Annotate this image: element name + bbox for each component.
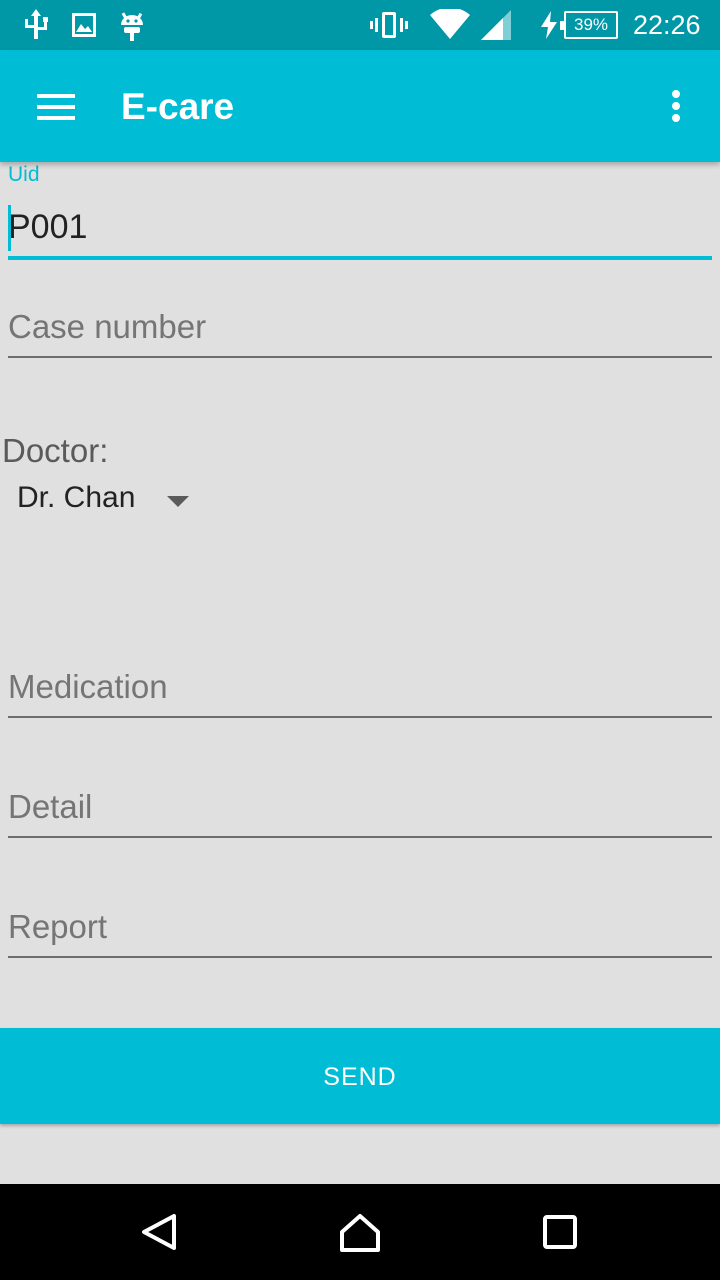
app-bar: E-care xyxy=(0,50,720,162)
uid-label: Uid xyxy=(8,163,40,186)
report-field[interactable]: Report xyxy=(8,900,712,960)
send-button[interactable]: SEND xyxy=(0,1028,720,1124)
doctor-selected: Dr. Chan xyxy=(17,481,136,514)
doctor-label: Doctor: xyxy=(2,432,109,469)
case-number-input[interactable]: Case number xyxy=(8,308,712,346)
hamburger-menu-icon[interactable] xyxy=(28,80,84,136)
recents-icon[interactable] xyxy=(510,1184,610,1280)
doctor-spinner[interactable]: Dr. Chan xyxy=(8,476,208,530)
battery-level: 39% xyxy=(560,11,618,39)
vibrate-icon xyxy=(370,0,408,50)
detail-underline xyxy=(8,836,712,838)
signal-icon xyxy=(481,0,511,50)
clock: 22:26 xyxy=(633,10,701,40)
case-number-underline xyxy=(8,356,712,358)
home-icon[interactable] xyxy=(310,1184,410,1280)
image-icon xyxy=(71,0,97,50)
case-number-field[interactable]: Case number xyxy=(8,300,712,360)
report-input[interactable]: Report xyxy=(8,908,712,946)
medication-input[interactable]: Medication xyxy=(8,668,712,706)
medication-field[interactable]: Medication xyxy=(8,660,712,720)
uid-underline xyxy=(8,256,712,260)
dropdown-arrow-icon xyxy=(167,496,189,507)
report-underline xyxy=(8,956,712,958)
app-title: E-care xyxy=(121,86,235,127)
android-icon xyxy=(119,0,145,50)
wifi-icon xyxy=(430,0,470,50)
navigation-bar xyxy=(0,1184,720,1280)
medication-underline xyxy=(8,716,712,718)
charging-icon xyxy=(540,0,558,50)
uid-input[interactable]: P001 xyxy=(8,208,87,247)
back-icon[interactable] xyxy=(110,1184,210,1280)
more-vert-icon[interactable] xyxy=(656,86,696,134)
usb-icon xyxy=(22,0,50,50)
detail-input[interactable]: Detail xyxy=(8,788,712,826)
text-cursor xyxy=(8,205,11,251)
status-bar: 39% 22:26 xyxy=(0,0,720,50)
detail-field[interactable]: Detail xyxy=(8,780,712,840)
